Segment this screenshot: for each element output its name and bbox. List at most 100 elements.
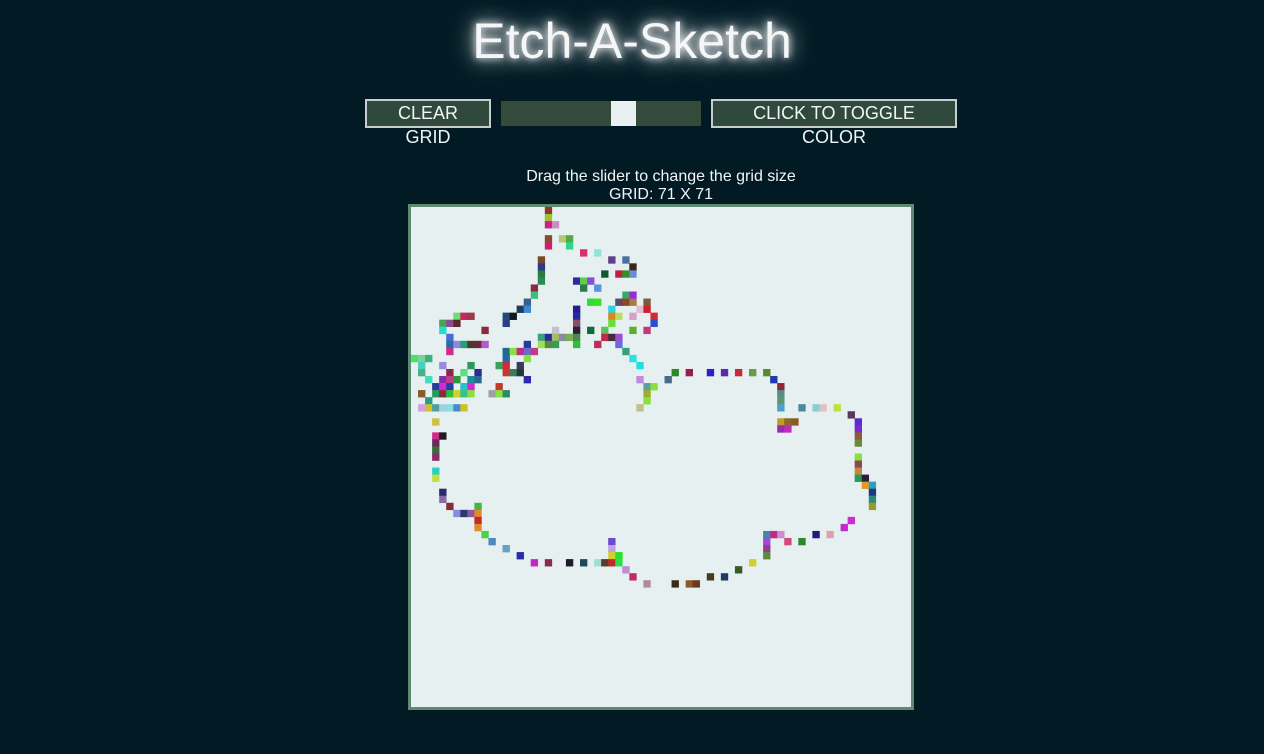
grid-cell[interactable] [572, 319, 581, 328]
grid-cell[interactable] [643, 390, 651, 398]
grid-cell[interactable] [530, 559, 539, 567]
grid-cell[interactable] [854, 425, 862, 433]
grid-cell[interactable] [608, 559, 616, 567]
grid-cell[interactable] [784, 537, 792, 546]
grid-cell[interactable] [523, 347, 532, 356]
grid-cell[interactable] [502, 361, 510, 370]
grid-cell[interactable] [418, 404, 426, 412]
grid-cell[interactable] [636, 376, 644, 384]
grid-cell[interactable] [594, 559, 602, 567]
grid-cell[interactable] [523, 340, 532, 349]
grid-cell[interactable] [685, 368, 693, 377]
grid-cell[interactable] [868, 481, 877, 489]
grid-cell[interactable] [411, 354, 419, 363]
grid-cell[interactable] [734, 368, 743, 377]
grid-cell[interactable] [502, 545, 510, 553]
grid-cell[interactable] [544, 207, 553, 215]
grid-cell[interactable] [481, 326, 489, 335]
grid-cell[interactable] [763, 545, 771, 553]
grid-cell[interactable] [643, 580, 651, 588]
grid-cell[interactable] [784, 418, 792, 426]
grid-cell[interactable] [798, 537, 806, 546]
grid-cell[interactable] [798, 404, 806, 412]
grid-cell[interactable] [643, 298, 651, 306]
grid-cell[interactable] [523, 376, 532, 384]
grid-cell[interactable] [636, 305, 644, 313]
grid-cell[interactable] [812, 530, 820, 539]
grid-cell[interactable] [587, 277, 595, 285]
grid-cell[interactable] [544, 559, 553, 567]
grid-cell[interactable] [467, 312, 475, 320]
grid-cell[interactable] [868, 495, 877, 504]
grid-cell[interactable] [664, 376, 672, 384]
grid-cell[interactable] [622, 270, 630, 278]
grid-cell[interactable] [580, 277, 588, 285]
grid-cell[interactable] [523, 305, 532, 313]
grid-cell[interactable] [854, 432, 862, 440]
grid-cell[interactable] [572, 333, 581, 342]
grid-cell[interactable] [544, 235, 553, 243]
grid-cell[interactable] [446, 383, 454, 391]
grid-cell[interactable] [467, 376, 475, 384]
grid-cell[interactable] [474, 523, 482, 532]
grid-cell[interactable] [565, 559, 574, 567]
grid-cell[interactable] [565, 333, 574, 342]
grid-cell[interactable] [439, 390, 447, 398]
grid-cell[interactable] [777, 404, 785, 412]
grid-cell[interactable] [453, 376, 461, 384]
grid-cell[interactable] [446, 376, 454, 384]
grid-cell[interactable] [439, 432, 447, 440]
grid-cell[interactable] [509, 312, 517, 320]
grid-cell[interactable] [868, 502, 877, 511]
grid-cell[interactable] [854, 474, 862, 482]
grid-cell[interactable] [629, 312, 637, 320]
grid-cell[interactable] [460, 340, 468, 349]
grid-cell[interactable] [516, 347, 524, 356]
grid-cell[interactable] [643, 383, 651, 391]
grid-cell[interactable] [467, 340, 475, 349]
grid-cell[interactable] [572, 312, 581, 320]
grid-cell[interactable] [467, 390, 475, 398]
grid-cell[interactable] [530, 347, 539, 356]
grid-cell[interactable] [601, 270, 609, 278]
grid-cell[interactable] [622, 347, 630, 356]
grid-cell[interactable] [608, 537, 616, 546]
grid-cell[interactable] [622, 298, 630, 306]
grid-cell[interactable] [432, 404, 440, 412]
grid-cell[interactable] [572, 277, 581, 285]
grid-cell[interactable] [432, 453, 440, 461]
grid-cell[interactable] [650, 383, 658, 391]
grid-cell[interactable] [594, 340, 602, 349]
grid-cell[interactable] [467, 361, 475, 370]
grid-cell[interactable] [580, 559, 588, 567]
grid-cell[interactable] [671, 580, 679, 588]
grid-cell[interactable] [537, 277, 546, 285]
grid-cell[interactable] [446, 502, 454, 511]
grid-cell[interactable] [608, 319, 616, 328]
grid-cell[interactable] [565, 242, 574, 250]
grid-cell[interactable] [439, 361, 447, 370]
grid-cell[interactable] [495, 361, 503, 370]
grid-cell[interactable] [594, 298, 602, 306]
grid-cell[interactable] [572, 340, 581, 349]
grid-cell[interactable] [537, 340, 546, 349]
grid-cell[interactable] [615, 312, 623, 320]
grid-cell[interactable] [446, 390, 454, 398]
grid-cell[interactable] [692, 580, 701, 588]
grid-cell[interactable] [446, 333, 454, 342]
grid-cell[interactable] [439, 404, 447, 412]
toggle-color-button[interactable]: CLICK TO TOGGLE COLOR [711, 99, 957, 147]
grid-cell[interactable] [868, 488, 877, 497]
grid-cell[interactable] [854, 418, 862, 426]
grid-cell[interactable] [418, 354, 426, 363]
grid-cell[interactable] [432, 383, 440, 391]
grid-cell[interactable] [854, 460, 862, 468]
grid-cell[interactable] [551, 333, 560, 342]
sketch-grid-canvas[interactable] [411, 207, 911, 707]
grid-cell[interactable] [453, 340, 461, 349]
grid-cell[interactable] [446, 347, 454, 356]
grid-cell[interactable] [615, 333, 623, 342]
grid-cell[interactable] [643, 305, 651, 313]
grid-cell[interactable] [453, 390, 461, 398]
grid-cell[interactable] [565, 235, 574, 243]
